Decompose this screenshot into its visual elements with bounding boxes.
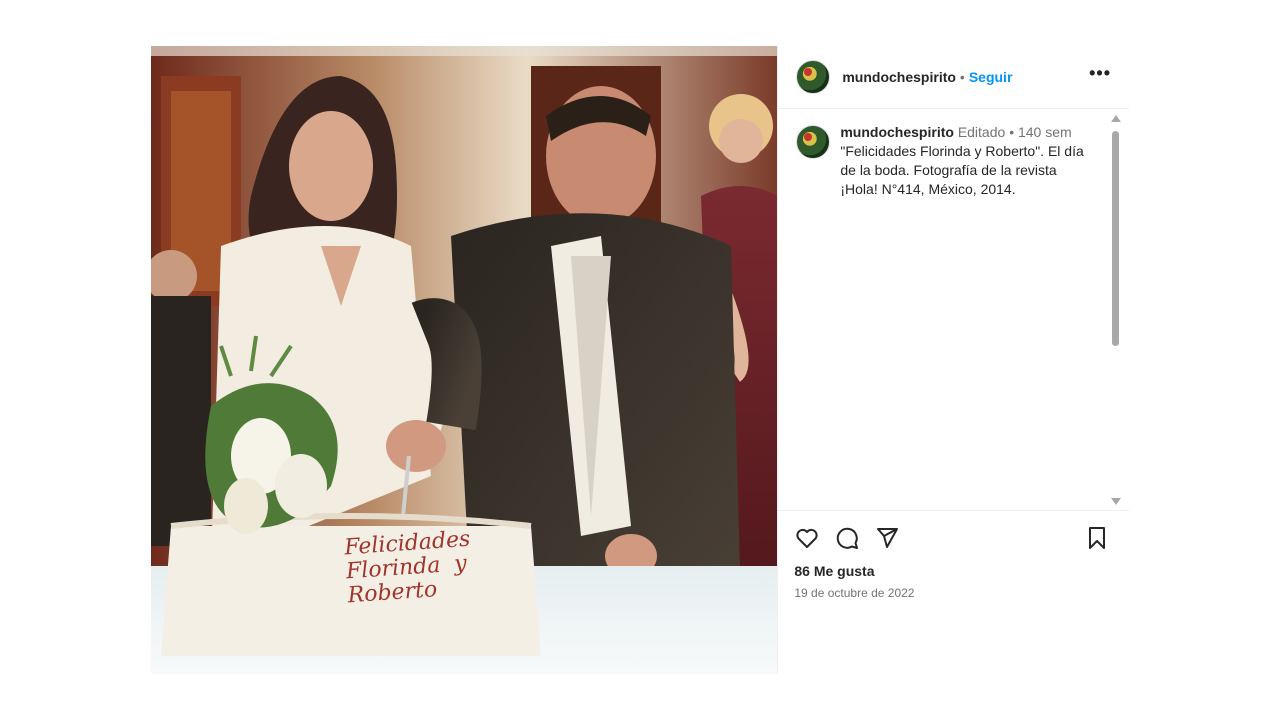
caption-text: "Felicidades Florinda y Roberto". El día… [840, 143, 1084, 197]
instagram-post: Felicidades Florinda y Roberto mundoches… [151, 46, 1130, 674]
avatar[interactable] [796, 60, 831, 94]
post-photo[interactable]: Felicidades Florinda y Roberto [151, 46, 778, 674]
caption-avatar[interactable] [796, 125, 831, 159]
bookmark-icon[interactable] [1083, 524, 1111, 552]
separator-dot: • [959, 69, 965, 85]
comments-section: mundochespirito Editado • 140 sem "Felic… [778, 109, 1129, 509]
post-actions: 86 Me gusta 19 de octubre de 2022 [778, 510, 1130, 600]
more-options-icon[interactable]: ••• [1089, 64, 1111, 86]
comments-scrollbar[interactable] [1111, 115, 1122, 505]
caption-body: mundochespirito Editado • 140 sem "Felic… [840, 123, 1090, 199]
likes-count[interactable]: 86 Me gusta [778, 553, 1129, 579]
post-side-panel: mundochespirito • Seguir ••• mundochespi… [777, 46, 1130, 674]
post-age[interactable]: 140 sem [1018, 124, 1072, 140]
follow-button[interactable]: Seguir [969, 69, 1013, 85]
comment-icon[interactable] [833, 524, 861, 552]
share-icon[interactable] [873, 524, 901, 552]
scroll-thumb[interactable] [1112, 131, 1120, 346]
heart-icon[interactable] [793, 524, 821, 552]
header-username[interactable]: mundochespirito [842, 69, 956, 85]
action-row [778, 511, 1129, 553]
caption-username[interactable]: mundochespirito [840, 124, 954, 140]
caption: mundochespirito Editado • 140 sem "Felic… [778, 109, 1129, 199]
scroll-down-icon[interactable] [1111, 498, 1122, 505]
post-header: mundochespirito • Seguir ••• [778, 46, 1129, 109]
post-date[interactable]: 19 de octubre de 2022 [778, 579, 1129, 600]
cake-inscription: Felicidades Florinda y Roberto [343, 526, 472, 609]
caption-separator: • [1009, 124, 1018, 140]
scroll-up-icon[interactable] [1111, 115, 1122, 122]
edited-label: Editado [957, 124, 1006, 140]
